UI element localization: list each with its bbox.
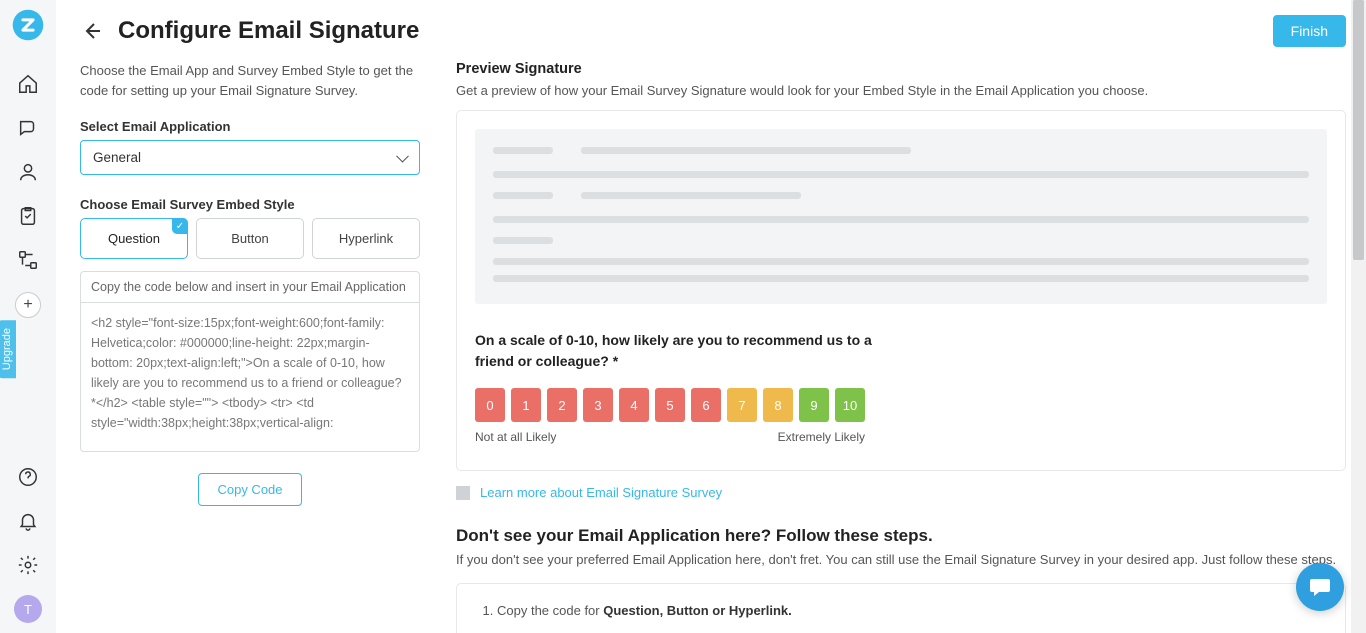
nps-10[interactable]: 10 (835, 388, 865, 422)
preview-panel: Preview Signature Get a preview of how y… (456, 61, 1346, 633)
page-title: Configure Email Signature (118, 17, 419, 45)
skeleton-placeholder (475, 129, 1327, 304)
select-app-label: Select Email Application (80, 119, 420, 134)
embed-tab-question[interactable]: Question (80, 218, 188, 259)
user-avatar[interactable]: T (14, 595, 42, 623)
add-button[interactable]: + (15, 292, 41, 318)
steps-heading: Don't see your Email Application here? F… (456, 526, 1346, 546)
nps-low-label: Not at all Likely (475, 430, 556, 444)
code-caption: Copy the code below and insert in your E… (80, 271, 420, 302)
preview-sub: Get a preview of how your Email Survey S… (456, 83, 1346, 98)
messages-icon[interactable] (16, 116, 40, 140)
config-panel: Choose the Email App and Survey Embed St… (80, 61, 420, 633)
tasks-icon[interactable] (16, 204, 40, 228)
preview-card: On a scale of 0-10, how likely are you t… (456, 110, 1346, 471)
main-content: Configure Email Signature Finish Choose … (56, 0, 1366, 633)
home-icon[interactable] (16, 72, 40, 96)
embed-tab-hyperlink[interactable]: Hyperlink (312, 218, 420, 259)
nps-1[interactable]: 1 (511, 388, 541, 422)
notifications-icon[interactable] (16, 509, 40, 533)
nps-9[interactable]: 9 (799, 388, 829, 422)
code-textarea[interactable] (80, 302, 420, 452)
embed-tab-button[interactable]: Button (196, 218, 304, 259)
upgrade-tab[interactable]: Upgrade (0, 320, 16, 378)
nps-scale: 0 1 2 3 4 5 6 7 8 9 10 (475, 388, 1327, 422)
steps-sub: If you don't see your preferred Email Ap… (456, 552, 1346, 567)
nps-3[interactable]: 3 (583, 388, 613, 422)
email-app-select[interactable]: General (80, 140, 420, 175)
chat-launcher-icon[interactable] (1296, 563, 1344, 611)
left-sidebar: + Upgrade T (0, 0, 56, 633)
brand-logo[interactable] (11, 8, 45, 42)
nps-7[interactable]: 7 (727, 388, 757, 422)
help-icon[interactable] (16, 465, 40, 489)
window-scrollbar[interactable] (1351, 0, 1366, 633)
settings-icon[interactable] (16, 553, 40, 577)
step-1: Copy the code for Question, Button or Hy… (497, 600, 1323, 622)
learn-more-link[interactable]: Learn more about Email Signature Survey (480, 485, 722, 500)
learn-more-icon (456, 486, 470, 500)
workflow-icon[interactable] (16, 248, 40, 272)
nps-question: On a scale of 0-10, how likely are you t… (475, 330, 895, 372)
nps-4[interactable]: 4 (619, 388, 649, 422)
preview-heading: Preview Signature (456, 61, 1346, 77)
nps-6[interactable]: 6 (691, 388, 721, 422)
nps-2[interactable]: 2 (547, 388, 577, 422)
contacts-icon[interactable] (16, 160, 40, 184)
copy-code-button[interactable]: Copy Code (198, 473, 301, 506)
embed-style-label: Choose Email Survey Embed Style (80, 197, 420, 212)
nps-high-label: Extremely Likely (778, 430, 865, 444)
finish-button[interactable]: Finish (1273, 15, 1346, 47)
nps-5[interactable]: 5 (655, 388, 685, 422)
nps-8[interactable]: 8 (763, 388, 793, 422)
back-arrow-icon[interactable] (80, 19, 104, 43)
steps-card: Copy the code for Question, Button or Hy… (456, 583, 1346, 633)
intro-text: Choose the Email App and Survey Embed St… (80, 61, 420, 101)
nps-0[interactable]: 0 (475, 388, 505, 422)
